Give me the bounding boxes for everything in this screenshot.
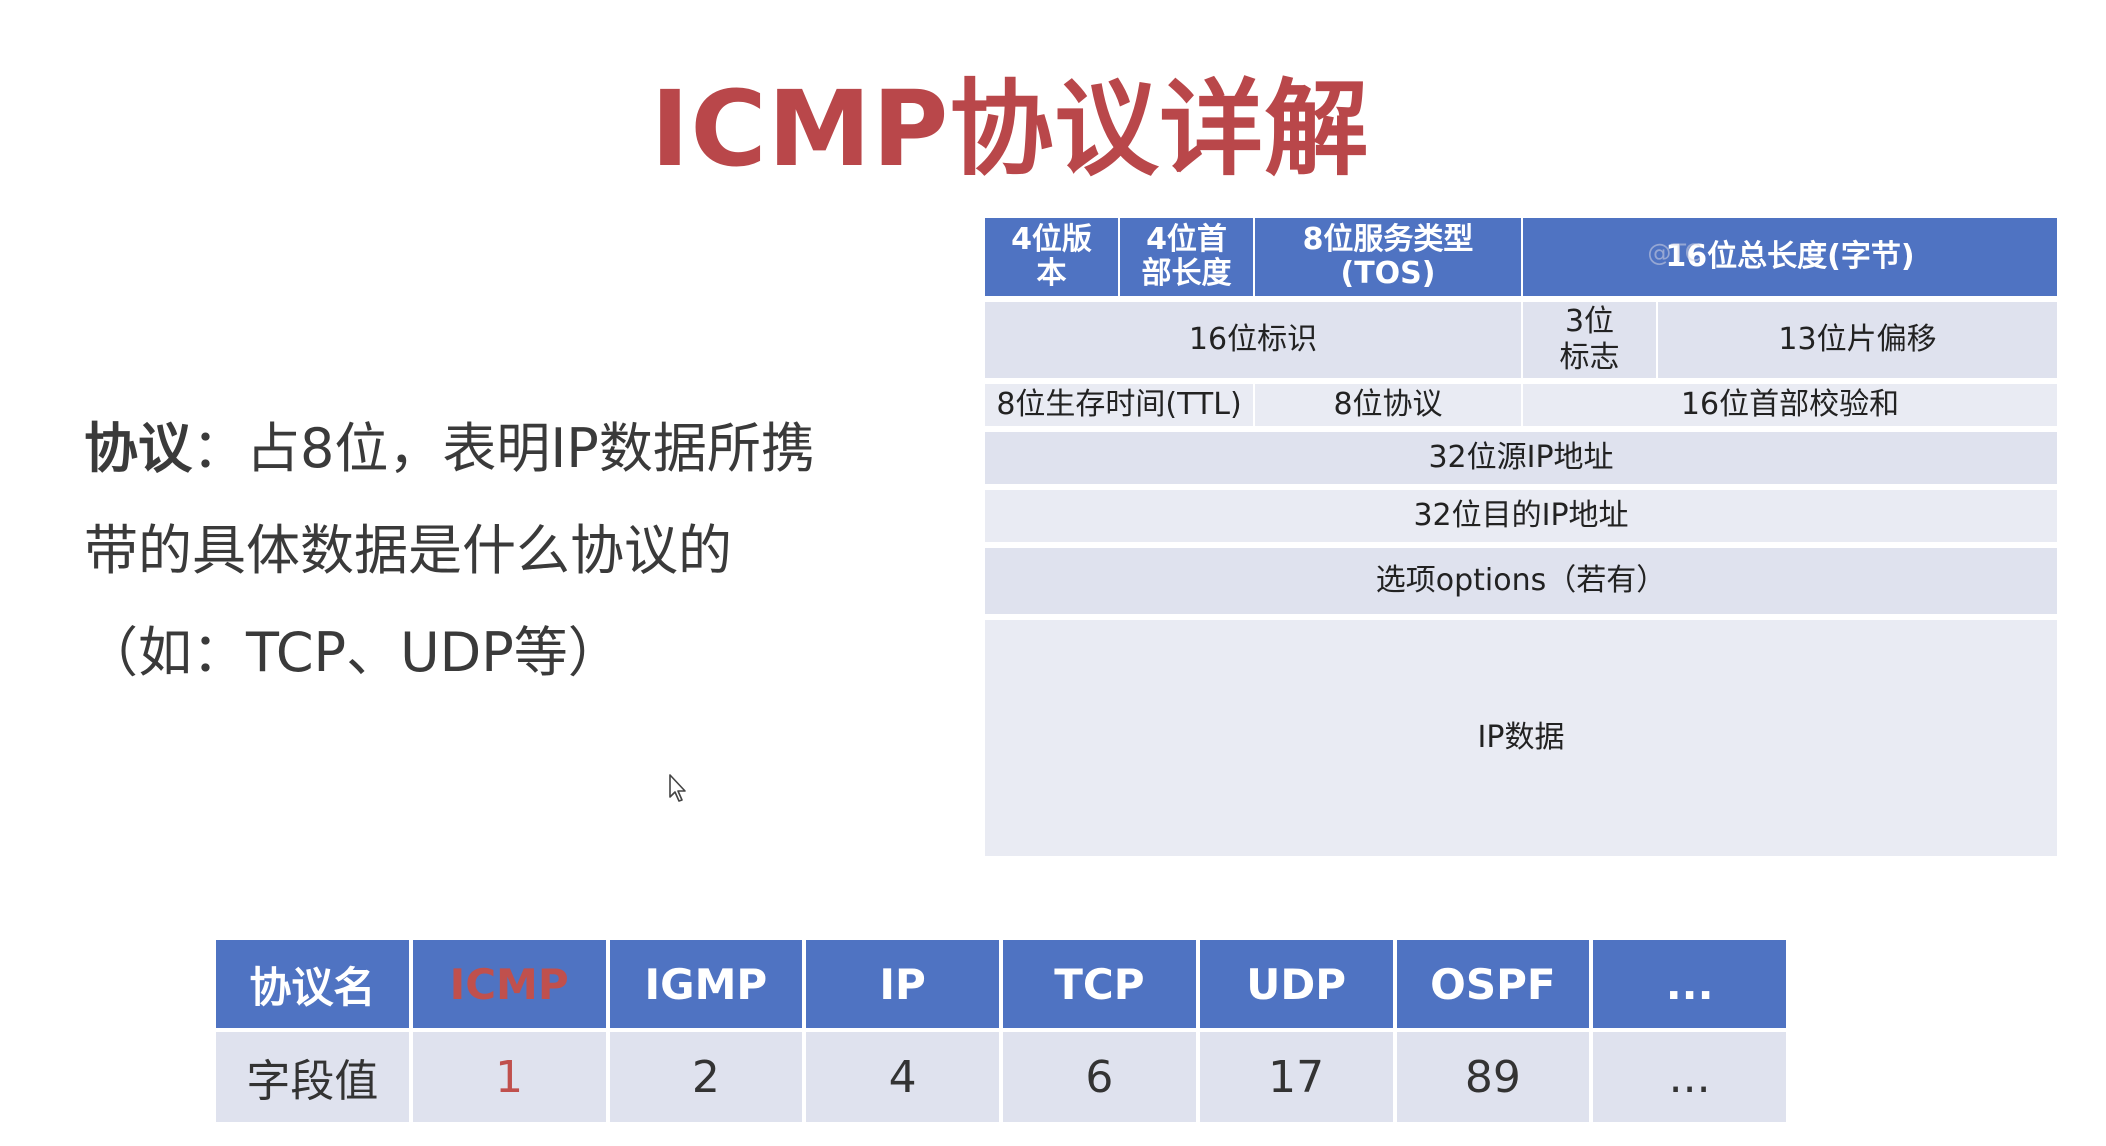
- ip-header-row-7: IP数据: [985, 620, 2058, 856]
- ip-header-row-5: 32位目的IP地址: [985, 490, 2058, 542]
- protocol-name-label: 协议名: [216, 940, 409, 1028]
- protocol-value-table: 协议名 ICMP IGMP IP TCP UDP OSPF ... 字段值 1 …: [212, 936, 1790, 1126]
- cell-total-length: @TC 16位总长度(字节): [1523, 218, 2058, 296]
- mouse-cursor-icon: [669, 774, 686, 802]
- protocol-value-ip: 4: [806, 1032, 999, 1122]
- protocol-name-row: 协议名 ICMP IGMP IP TCP UDP OSPF ...: [216, 940, 1786, 1028]
- protocol-name-tcp: TCP: [1003, 940, 1196, 1028]
- cell-version-line1: 4位版: [1011, 222, 1092, 257]
- description-line-2: 带的具体数据是什么协议的: [84, 519, 732, 582]
- cell-options: 选项options（若有）: [985, 548, 2058, 614]
- protocol-description: 协议：占8位，表明IP数据所携 带的具体数据是什么协议的 （如：TCP、UDP等…: [84, 398, 884, 704]
- cell-ip-data: IP数据: [985, 620, 2058, 856]
- description-line-1-text: ：占8位，表明IP数据所携: [192, 417, 815, 480]
- slide: ICMP协议详解 协议：占8位，表明IP数据所携 带的具体数据是什么协议的 （如…: [0, 0, 2106, 1146]
- watermark-text: @TC: [1647, 239, 1702, 267]
- cell-checksum: 16位首部校验和: [1523, 384, 2058, 426]
- ip-header-table: 4位版本 4位首 部长度 8位服务类型 (TOS) @TC 16位总长度(字节) 16…: [983, 212, 2059, 862]
- cell-flags: 3位 标志: [1523, 302, 1656, 378]
- slide-title: ICMP协议详解: [650, 68, 1370, 190]
- cell-ttl: 8位生存时间(TTL): [985, 384, 1253, 426]
- cell-tos: 8位服务类型 (TOS): [1255, 218, 1521, 296]
- ip-header-row-4: 32位源IP地址: [985, 432, 2058, 484]
- ip-header-row-6: 选项options（若有）: [985, 548, 2058, 614]
- cell-flags-line2: 标志: [1559, 340, 1620, 375]
- cell-tos-line1: 8位服务类型: [1302, 222, 1474, 257]
- protocol-name-icmp: ICMP: [412, 940, 606, 1028]
- cell-total-length-text: 16位总长度(字节): [1665, 239, 1915, 274]
- protocol-value-icmp: 1: [412, 1032, 606, 1122]
- protocol-value-tcp: 6: [1003, 1032, 1196, 1122]
- protocol-name-ospf: OSPF: [1396, 940, 1590, 1028]
- description-keyword: 协议: [84, 417, 192, 480]
- ip-header-row-1: 4位版本 4位首 部长度 8位服务类型 (TOS) @TC 16位总长度(字节): [985, 218, 2058, 296]
- protocol-value-more: ...: [1593, 1032, 1786, 1122]
- cell-header-length-line1: 4位首: [1146, 222, 1227, 257]
- cell-flags-line1: 3位: [1564, 304, 1615, 339]
- cell-header-length: 4位首 部长度: [1120, 218, 1253, 296]
- cell-fragment-offset: 13位片偏移: [1658, 302, 2058, 378]
- protocol-value-igmp: 2: [609, 1032, 803, 1122]
- cell-header-length-line2: 部长度: [1141, 256, 1232, 291]
- protocol-value-udp: 17: [1199, 1032, 1393, 1122]
- protocol-name-igmp: IGMP: [609, 940, 803, 1028]
- protocol-name-udp: UDP: [1199, 940, 1393, 1028]
- ip-header-row-3: 8位生存时间(TTL) 8位协议 16位首部校验和: [985, 384, 2058, 426]
- ip-header-row-2: 16位标识 3位 标志 13位片偏移: [985, 302, 2058, 378]
- cell-tos-line2: (TOS): [1340, 256, 1436, 291]
- protocol-name-ip: IP: [806, 940, 999, 1028]
- cell-version: 4位版本: [985, 218, 1118, 296]
- cell-destination-ip: 32位目的IP地址: [985, 490, 2058, 542]
- cell-version-line2: 本: [1036, 256, 1067, 291]
- cell-protocol: 8位协议: [1255, 384, 1521, 426]
- description-line-3: （如：TCP、UDP等）: [84, 621, 622, 684]
- total-length-wrapper: @TC 16位总长度(字节): [1647, 239, 1915, 274]
- protocol-value-ospf: 89: [1396, 1032, 1590, 1122]
- protocol-value-row: 字段值 1 2 4 6 17 89 ...: [216, 1032, 1786, 1122]
- protocol-name-more: ...: [1593, 940, 1786, 1028]
- cell-identification: 16位标识: [985, 302, 1521, 378]
- protocol-value-label: 字段值: [216, 1032, 409, 1122]
- cell-source-ip: 32位源IP地址: [985, 432, 2058, 484]
- description-line-1: 协议：占8位，表明IP数据所携: [84, 398, 884, 500]
